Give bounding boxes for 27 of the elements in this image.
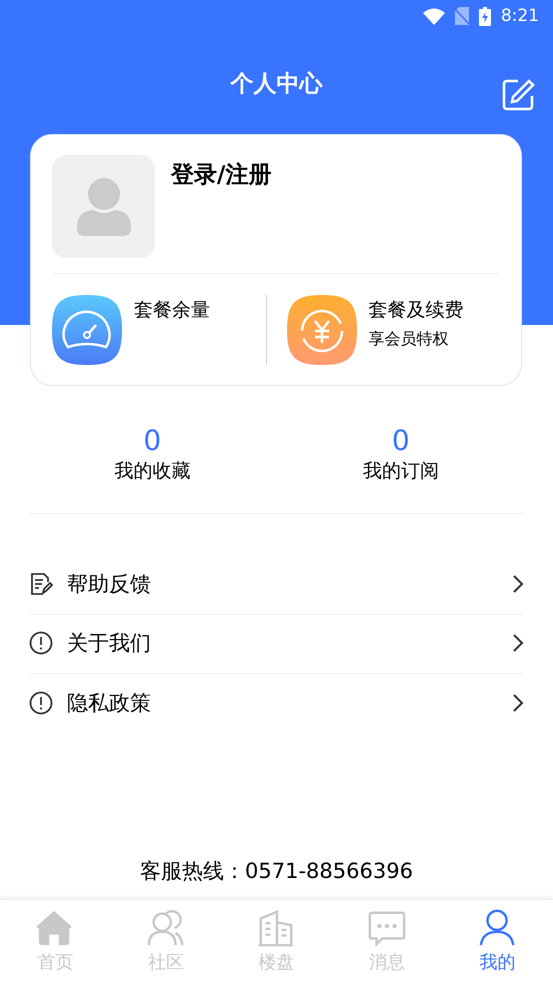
service-title[interactable]: 套餐及续费 <box>368 297 464 323</box>
chevron-right-icon[interactable] <box>512 633 524 653</box>
service-title[interactable]: 套餐余量 <box>134 297 210 323</box>
menu-item[interactable]: 帮助反馈 <box>67 570 498 598</box>
edit-icon[interactable] <box>501 78 535 112</box>
tab[interactable]: 我的 <box>442 900 553 983</box>
status-time: 8:21 <box>500 6 539 26</box>
menu-item[interactable]: 隐私政策 <box>67 688 498 716</box>
wifi-icon <box>422 8 445 24</box>
people-icon <box>146 908 186 948</box>
service-subtitle: 享会员特权 <box>368 329 450 350</box>
hotline-text: 客服热线：0571-88566396 <box>140 859 413 883</box>
page-title: 个人中心 <box>230 70 322 98</box>
info-icon <box>29 631 53 655</box>
stat-count: 0 <box>392 424 410 456</box>
document-edit-icon <box>29 572 53 596</box>
chevron-right-icon[interactable] <box>512 574 524 594</box>
login-link[interactable]: 登录/注册 <box>171 159 272 189</box>
stat-label[interactable]: 我的收藏 <box>114 458 190 484</box>
speedometer-icon[interactable] <box>52 295 122 365</box>
stat-count: 0 <box>143 424 162 456</box>
menu-item[interactable]: 关于我们 <box>67 629 498 657</box>
chevron-right-icon[interactable] <box>512 692 524 712</box>
info-icon <box>29 690 53 714</box>
no-sim-icon <box>454 7 469 25</box>
battery-icon <box>478 6 491 26</box>
stat-label[interactable]: 我的订阅 <box>362 458 439 484</box>
